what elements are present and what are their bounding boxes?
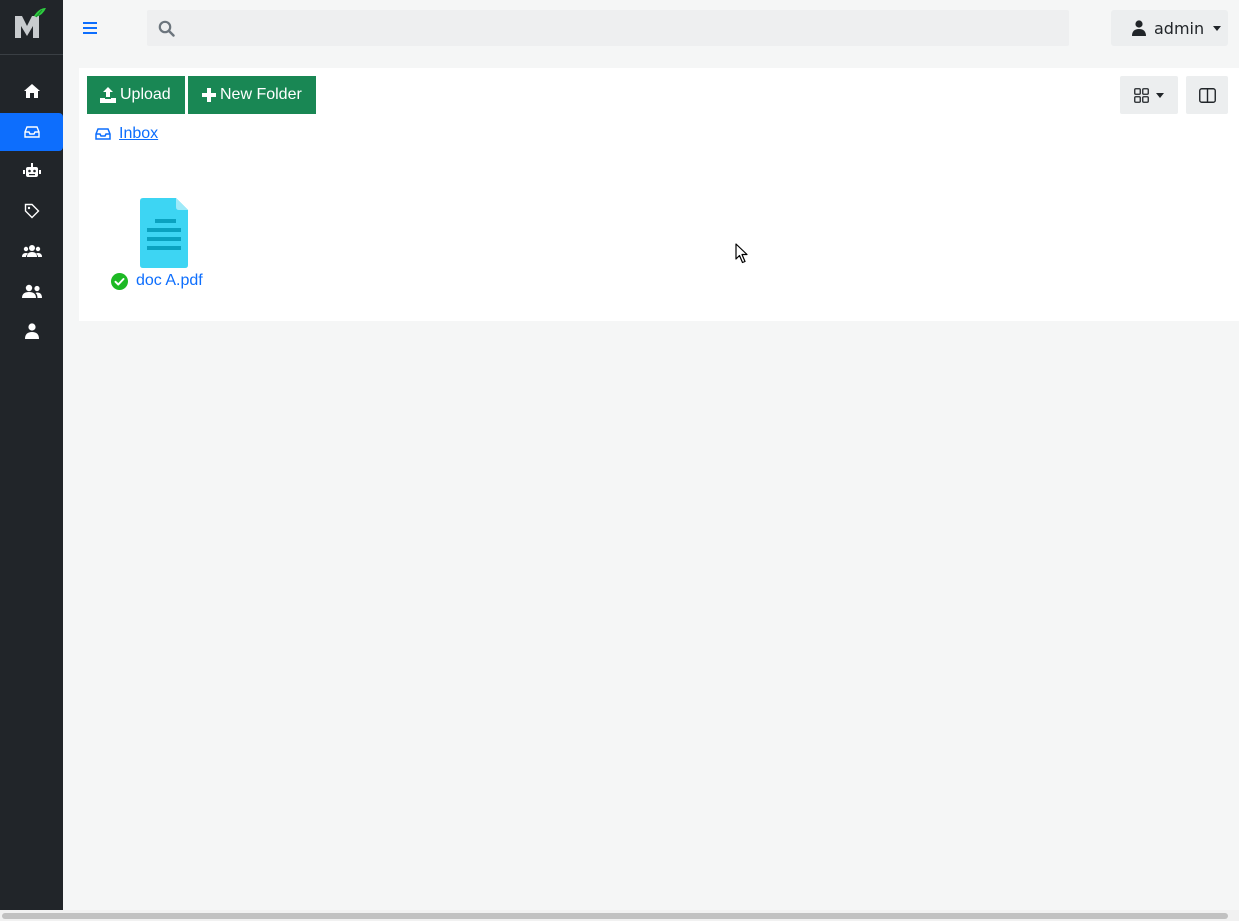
sidebar [0, 0, 63, 921]
menu-toggle-button[interactable] [80, 17, 100, 39]
breadcrumb: Inbox [95, 124, 158, 144]
sidebar-item-profile[interactable] [0, 312, 63, 350]
split-panel-button[interactable] [1186, 76, 1228, 114]
file-name-row: doc A.pdf [111, 272, 203, 290]
grid-icon [1134, 87, 1149, 103]
user-friends-icon [21, 284, 42, 298]
sidebar-item-inbox[interactable] [0, 113, 63, 151]
sidebar-item-home[interactable] [0, 72, 63, 110]
search-bar [147, 10, 1069, 48]
home-icon [23, 84, 40, 98]
new-folder-label: New Folder [220, 86, 302, 103]
sidebar-item-users[interactable] [0, 272, 63, 310]
inbox-icon [23, 126, 40, 138]
file-lines-icon[interactable] [140, 198, 188, 272]
app-logo[interactable] [0, 0, 63, 55]
plus-icon [202, 88, 216, 102]
view-mode-dropdown[interactable] [1120, 76, 1178, 114]
hamburger-icon [83, 22, 97, 34]
scrollbar-thumb[interactable] [2, 913, 1228, 919]
file-item[interactable]: doc A.pdf [108, 198, 220, 298]
upload-button[interactable]: Upload [87, 76, 185, 114]
chevron-down-icon [1156, 92, 1164, 98]
sidebar-item-groups[interactable] [0, 232, 63, 270]
split-panel-icon [1198, 87, 1216, 103]
search-input[interactable] [183, 10, 1057, 48]
check-circle-icon [111, 272, 128, 290]
chevron-down-icon [1213, 25, 1222, 31]
search-icon [158, 20, 175, 41]
user-name: admin [1154, 18, 1205, 38]
breadcrumb-inbox-link[interactable]: Inbox [119, 125, 158, 143]
file-name[interactable]: doc A.pdf [136, 272, 203, 290]
sidebar-item-tags[interactable] [0, 192, 63, 230]
upload-icon [100, 87, 116, 103]
mayan-logo-icon [15, 8, 46, 38]
robot-icon [22, 163, 41, 177]
mouse-cursor-icon [735, 243, 749, 268]
user-icon [24, 323, 39, 339]
tag-icon [24, 203, 39, 219]
users-group-icon [21, 245, 42, 257]
horizontal-scrollbar[interactable] [0, 910, 1239, 921]
inbox-icon [95, 128, 111, 140]
user-icon [1132, 20, 1146, 36]
sidebar-item-workflows[interactable] [0, 152, 63, 190]
new-folder-button[interactable]: New Folder [188, 76, 316, 114]
upload-label: Upload [120, 86, 171, 103]
user-menu-button[interactable]: admin [1111, 10, 1228, 46]
